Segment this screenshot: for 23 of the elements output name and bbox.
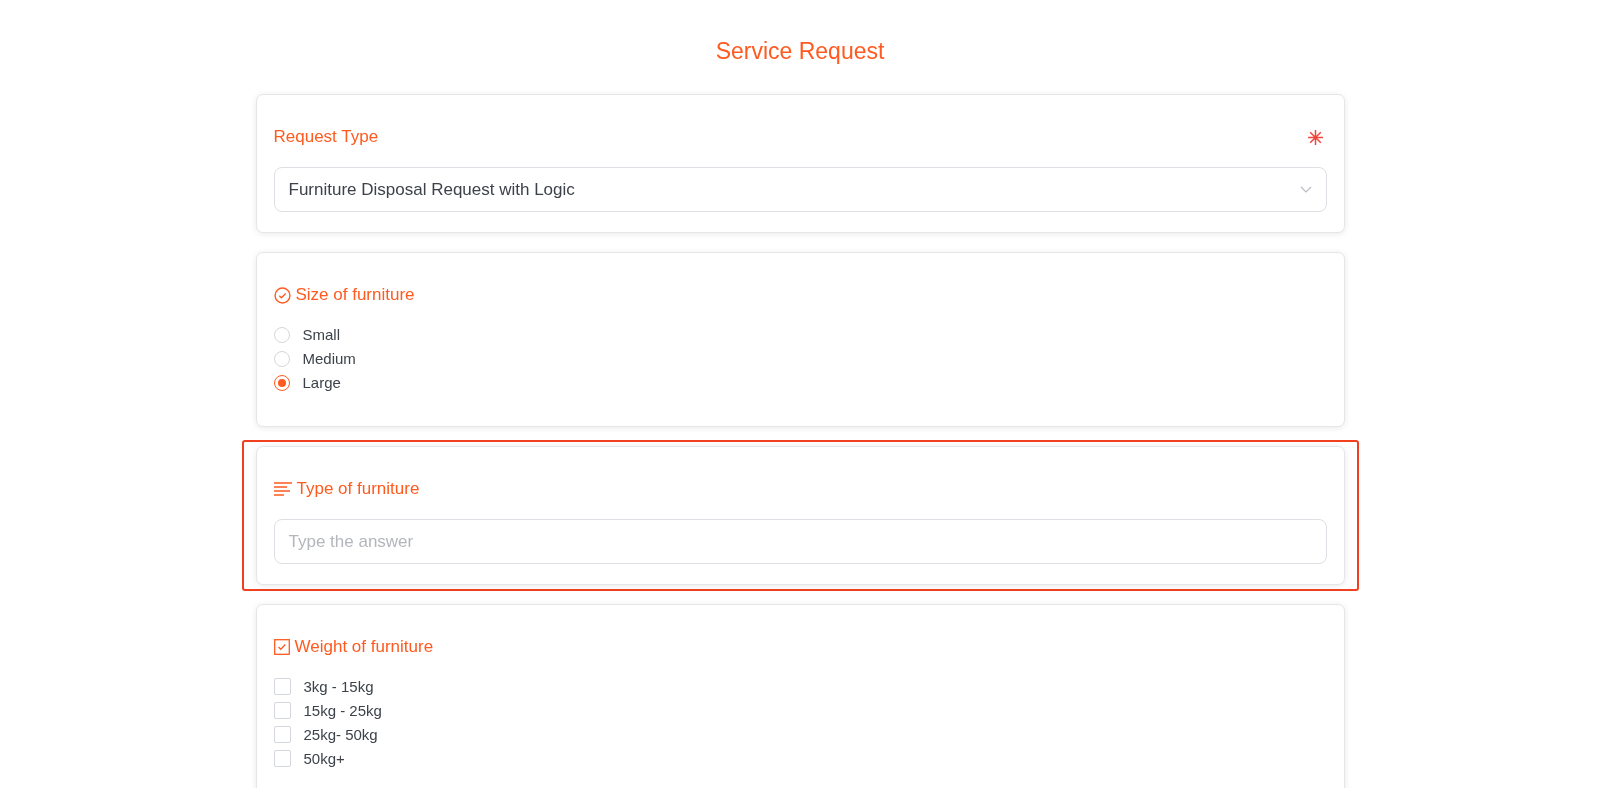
text-lines-icon xyxy=(273,482,292,496)
option-label: 25kg- 50kg xyxy=(303,726,378,743)
answer-input-field[interactable]: Type the answer xyxy=(273,519,1327,564)
checkbox[interactable] xyxy=(273,750,291,767)
question-label: Weight of furniture xyxy=(294,637,434,657)
circle-check-icon xyxy=(273,286,291,304)
option-label: 3kg - 15kg xyxy=(303,678,374,695)
checkbox[interactable] xyxy=(273,726,291,743)
required-asterisk-icon xyxy=(1306,128,1324,146)
checkbox[interactable] xyxy=(273,702,291,719)
checkbox-icon xyxy=(273,639,290,655)
option-label: 50kg+ xyxy=(303,750,345,767)
question-label: Size of furniture xyxy=(295,285,415,305)
option-label: 15kg - 25kg xyxy=(303,702,382,719)
option-label: Small xyxy=(302,326,340,343)
chevron-down-icon xyxy=(1299,185,1312,194)
question-label: Type of furniture xyxy=(296,479,420,499)
option-label: Medium xyxy=(302,350,356,367)
option-label: Large xyxy=(302,374,341,391)
question-label: Request Type xyxy=(273,127,379,147)
checkbox[interactable] xyxy=(273,678,291,695)
request-type-dropdown[interactable]: Furniture Disposal Request with Logic xyxy=(273,167,1327,212)
page-title: Service Request xyxy=(714,37,886,66)
